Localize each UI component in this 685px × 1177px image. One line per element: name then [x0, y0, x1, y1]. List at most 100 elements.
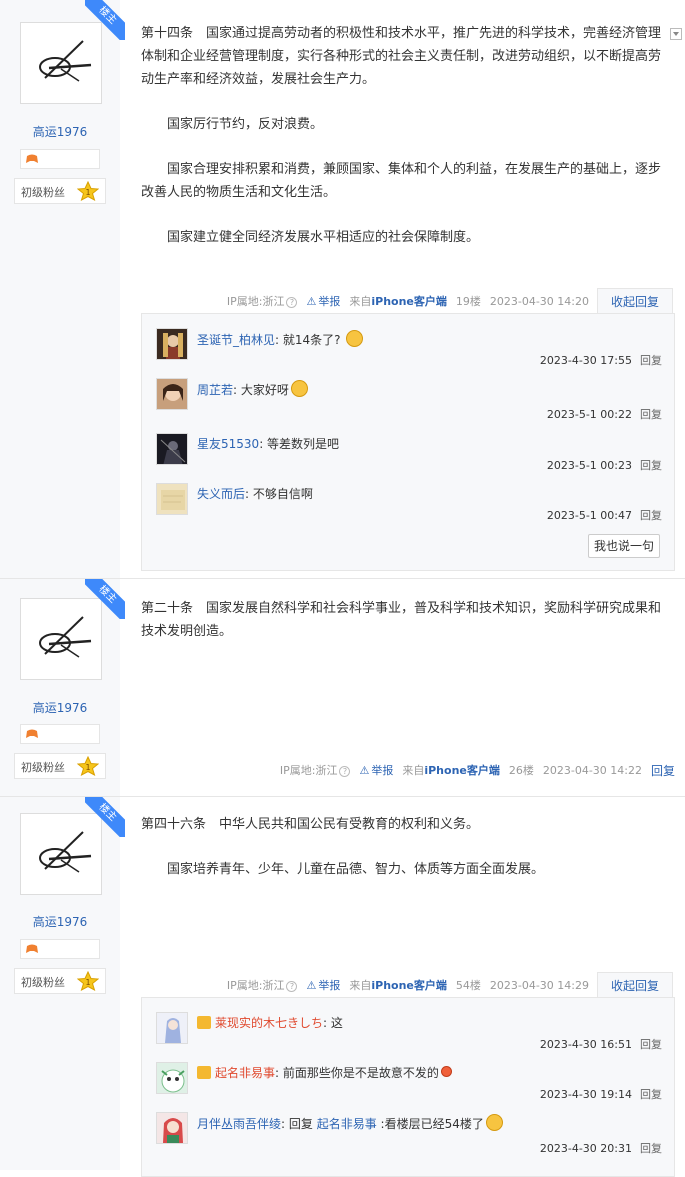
author-sidebar: 楼主 高运1976 初级粉丝 1 [0, 0, 125, 578]
user-avatar-icon [157, 484, 187, 514]
ip-location: IP属地:浙江? [227, 293, 298, 309]
reply-user-name[interactable]: 起名非易事 [215, 1066, 275, 1080]
angry-emoji-icon [440, 1066, 452, 1077]
game-controller-icon [26, 154, 38, 163]
report-link[interactable]: ⚠ 举报 [306, 977, 340, 993]
host-badge: 楼主 [85, 0, 125, 40]
reply-user-name[interactable]: 周芷若 [197, 383, 233, 397]
reply-meta: 2023-5-1 00:47 回复 [546, 509, 662, 522]
collapse-replies-button[interactable]: 收起回复 [597, 288, 673, 314]
author-name[interactable]: 高运1976 [0, 699, 120, 716]
reply-user-name[interactable]: 月伴丛雨吾伴绫 [197, 1117, 281, 1131]
report-link[interactable]: ⚠ 举报 [306, 293, 340, 309]
warning-icon: ⚠ [306, 978, 317, 992]
reply-user-name[interactable]: 星友51530 [197, 437, 259, 451]
reply-text: : 就14条了? [275, 333, 341, 347]
post-time: 2023-04-30 14:29 [489, 978, 589, 992]
reply-link[interactable]: 回复 [640, 1038, 662, 1051]
user-avatar-icon [157, 329, 187, 359]
reply-user-name[interactable]: 莱现实的木七きしち [215, 1016, 323, 1030]
reply-mention-link[interactable]: 起名非易事 [317, 1117, 377, 1131]
reply-text: : 前面那些你是不是故意不发的 [275, 1066, 439, 1080]
fan-level-box[interactable]: 初级粉丝 1 [14, 968, 106, 994]
fan-level-title: 初级粉丝 [21, 761, 65, 774]
floor-number: 54楼 [455, 979, 481, 992]
svg-text:1: 1 [85, 188, 90, 197]
ip-location: IP属地:浙江? [227, 977, 298, 993]
help-icon[interactable]: ? [286, 297, 298, 308]
reply-avatar[interactable] [156, 378, 188, 410]
smile-emoji-icon [485, 1114, 503, 1131]
post-time: 2023-04-30 14:22 [542, 763, 642, 777]
post-paragraph: 国家合理安排积累和消费，兼顾国家、集体和个人的利益，在发展生产的基础上，逐步改善… [141, 162, 662, 200]
ip-location: IP属地:浙江? [280, 762, 351, 778]
reply-text: : 大家好呀 [233, 383, 289, 397]
post-content: 第四十六条 中华人民共和国公民有受教育的权利和义务。 国家培养青年、少年、儿童在… [141, 813, 666, 903]
client-link[interactable]: iPhone客户端 [424, 764, 500, 777]
post-paragraph: 国家建立健全同经济发展水平相适应的社会保障制度。 [167, 230, 480, 245]
reply-avatar[interactable] [156, 1112, 188, 1144]
level-badge-bar[interactable] [20, 149, 100, 169]
reply-meta: 2023-5-1 00:22 回复 [546, 408, 662, 421]
vip-badge-icon [197, 1066, 211, 1079]
warning-icon: ⚠ [306, 294, 317, 308]
help-icon[interactable]: ? [286, 981, 298, 992]
reply-link[interactable]: 回复 [640, 509, 662, 522]
help-icon[interactable]: ? [339, 766, 351, 777]
laugh-emoji-icon [346, 330, 364, 347]
post-time: 2023-04-30 14:20 [489, 294, 589, 308]
reply-link[interactable]: 回复 [640, 1088, 662, 1101]
reply-meta: 2023-4-30 17:55 回复 [539, 354, 662, 367]
smile-emoji-icon [290, 380, 308, 397]
level-badge-bar[interactable] [20, 724, 100, 744]
level-star-icon: 1 [77, 971, 99, 991]
level-star-icon: 1 [77, 181, 99, 201]
author-sidebar: 楼主 高运1976 初级粉丝 1 [0, 579, 125, 796]
user-avatar-icon [157, 434, 187, 464]
author-name[interactable]: 高运1976 [0, 123, 120, 140]
reply-list: 圣诞节_柏林见: 就14条了? 2023-4-30 17:55 回复 周芷若: 大… [141, 313, 675, 571]
reply-avatar[interactable] [156, 1062, 188, 1094]
reply-avatar[interactable] [156, 433, 188, 465]
reply-link[interactable]: 回复 [640, 408, 662, 421]
fan-level-box[interactable]: 初级粉丝 1 [14, 178, 106, 204]
user-avatar-icon [157, 1113, 187, 1143]
reply-link[interactable]: 回复 [640, 459, 662, 472]
reply-avatar[interactable] [156, 328, 188, 360]
reply-meta: 2023-4-30 20:31 回复 [539, 1142, 662, 1155]
reply-user-name[interactable]: 圣诞节_柏林见 [197, 333, 275, 347]
add-reply-button[interactable]: 我也说一句 [588, 534, 660, 558]
collapse-dropdown-icon[interactable] [670, 28, 682, 40]
post-paragraph: 第二十条 国家发展自然科学和社会科学事业，普及科学和技术知识，奖励科学研究成果和… [141, 601, 662, 639]
client-link[interactable]: iPhone客户端 [371, 979, 447, 992]
reply-meta: 2023-4-30 16:51 回复 [539, 1038, 662, 1051]
client-link[interactable]: iPhone客户端 [371, 295, 447, 308]
reply-link[interactable]: 回复 [640, 354, 662, 367]
reply-avatar[interactable] [156, 483, 188, 515]
report-link[interactable]: ⚠ 举报 [359, 762, 393, 778]
reply-avatar[interactable] [156, 1012, 188, 1044]
post-paragraph: 第十四条 国家通过提高劳动者的积极性和技术水平，推广先进的科学技术，完善经济管理… [141, 26, 662, 87]
reply-meta: 2023-5-1 00:23 回复 [546, 459, 662, 472]
post-floor-54: 楼主 高运1976 初级粉丝 1 第四十六条 中华人民共和国公民有受教育的权利和… [0, 797, 685, 1177]
post-paragraph: 国家培养青年、少年、儿童在品德、智力、体质等方面全面发展。 [167, 862, 545, 877]
post-paragraph: 第四十六条 中华人民共和国公民有受教育的权利和义务。 [141, 817, 480, 832]
vip-badge-icon [197, 1016, 211, 1029]
reply-user-name[interactable]: 失义而后 [197, 487, 245, 501]
collapse-replies-button[interactable]: 收起回复 [597, 972, 673, 998]
level-badge-bar[interactable] [20, 939, 100, 959]
post-floor-26: 楼主 高运1976 初级粉丝 1 第二十条 国家发展自然科学和社会科学事业，普及… [0, 579, 685, 797]
warning-icon: ⚠ [359, 763, 370, 777]
author-name[interactable]: 高运1976 [0, 913, 120, 930]
post-paragraph: 国家厉行节约，反对浪费。 [167, 117, 324, 132]
svg-text:1: 1 [85, 978, 90, 987]
reply-button[interactable]: 回复 [651, 762, 675, 779]
reply-text: : 这 [323, 1016, 343, 1030]
reply-link[interactable]: 回复 [640, 1142, 662, 1155]
user-avatar-icon [157, 1063, 187, 1093]
client-source: 来自iPhone客户端 [402, 764, 500, 777]
host-badge: 楼主 [85, 579, 125, 619]
floor-number: 19楼 [455, 295, 481, 308]
fan-level-box[interactable]: 初级粉丝 1 [14, 753, 106, 779]
host-badge: 楼主 [85, 797, 125, 837]
